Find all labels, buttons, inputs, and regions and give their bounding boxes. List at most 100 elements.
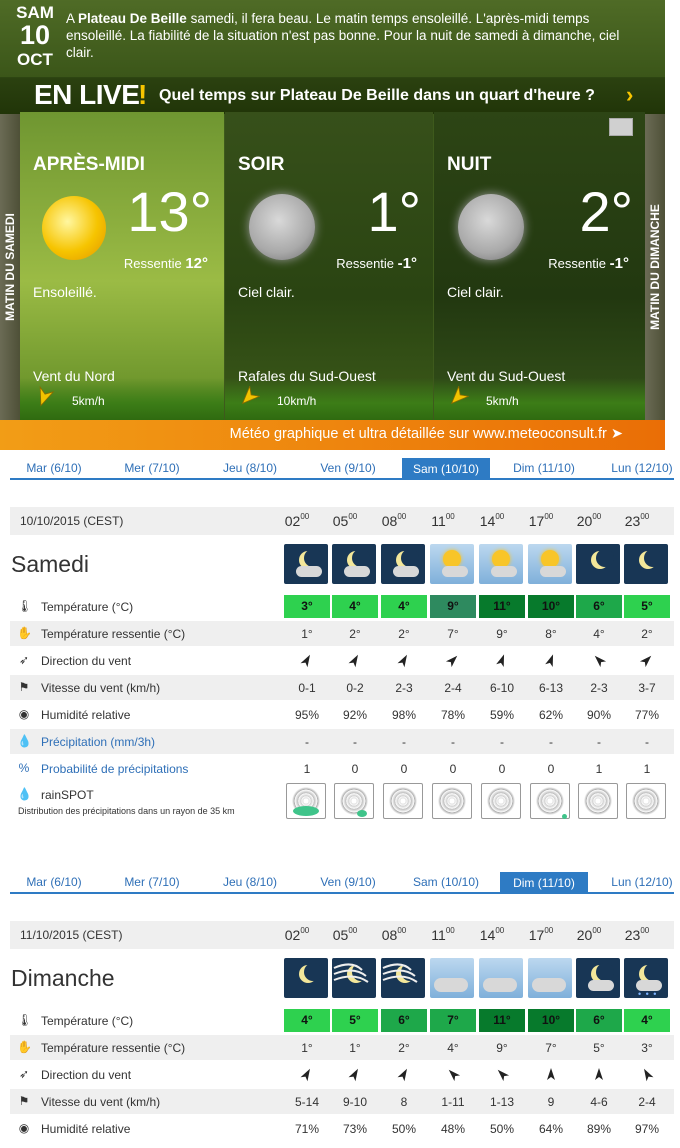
value-cell: 9° — [496, 1041, 508, 1055]
tab-day[interactable]: Dim (11/10) — [500, 872, 588, 894]
row-label: Température (°C) — [41, 1014, 134, 1028]
value-cell: 7° — [545, 1041, 557, 1055]
flag-icon: ⚑ — [18, 1094, 30, 1108]
value-cell: 2° — [641, 627, 653, 641]
value-cell: 90% — [586, 708, 612, 722]
tab-day[interactable]: Sam (10/10) — [402, 458, 490, 480]
tab-day[interactable]: Jeu (8/10) — [206, 873, 294, 892]
feels-like-value: 12° — [185, 255, 208, 272]
tab-day[interactable]: Ven (9/10) — [304, 459, 392, 478]
tab-day[interactable]: Sam (10/10) — [402, 873, 490, 892]
hour-suffix: 00 — [640, 926, 650, 935]
rainspot-radar-icon[interactable] — [432, 783, 472, 819]
value-cell: 2° — [398, 627, 410, 641]
hour-suffix: 00 — [300, 512, 310, 521]
rainspot-radar-icon[interactable] — [530, 783, 570, 819]
sun-cloud-icon — [479, 544, 523, 584]
hour-suffix: 00 — [348, 512, 358, 521]
live-bar[interactable]: EN LIVE ! Quel temps sur Plateau De Beil… — [0, 78, 665, 114]
rainspot-radar-icon[interactable] — [334, 783, 374, 819]
night-rain-icon: • • • — [624, 958, 668, 998]
feels-like-label: Ressentie — [336, 256, 395, 271]
date-badge: SAM 10 OCT — [8, 2, 62, 68]
row-label: Vitesse du vent (km/h) — [41, 681, 161, 695]
row-temp: 🌡 Température (°C) 4° 5° 6° 7° 11° 10° 6° 4° — [10, 1008, 674, 1033]
summary-header: SAM 10 OCT A Plateau De Beille samedi, i… — [0, 0, 665, 78]
feels-like-value: -1° — [397, 255, 417, 272]
period-name: APRÈS-MIDI — [33, 154, 145, 175]
live-question[interactable]: Quel temps sur Plateau De Beille dans un… — [159, 87, 595, 105]
summary-prefix: A — [66, 11, 79, 26]
temperature-cell: 10° — [528, 595, 574, 618]
period-panel[interactable]: NUIT 2° Ressentie -1° Ciel clair. Vent du Su… — [434, 112, 645, 420]
tab-day[interactable]: Jeu (8/10) — [206, 459, 294, 478]
temperature-cell: 4° — [624, 1009, 670, 1032]
value-cell: - — [451, 735, 455, 749]
row-speed: ⚑ Vitesse du vent (km/h) 5-14 9-10 8 1-11 1-13… — [10, 1089, 674, 1114]
hour-label: 1700 — [518, 926, 564, 943]
hour-value: 05 — [332, 927, 349, 943]
hour-label: 2300 — [614, 926, 660, 943]
rainspot-radar-icon[interactable] — [578, 783, 618, 819]
hour-suffix: 00 — [495, 512, 505, 521]
hour-label: 1700 — [518, 512, 564, 529]
date-day: 10 — [19, 20, 51, 50]
tab-day[interactable]: Mer (7/10) — [108, 873, 196, 892]
period-wind-speed: 5km/h — [72, 394, 105, 408]
period-panel[interactable]: APRÈS-MIDI 13° Ressentie 12° Ensoleillé. Ven… — [20, 112, 224, 420]
value-cell: 95% — [294, 708, 320, 722]
hour-value: 14 — [479, 513, 496, 529]
value-cell: 9 — [547, 1095, 555, 1109]
temperature-cell: 10° — [528, 1009, 574, 1032]
wind-direction-arrow-icon — [528, 652, 574, 671]
tab-day[interactable]: Mer (7/10) — [108, 459, 196, 478]
temperature-cell: 6° — [576, 1009, 622, 1032]
rainspot-radar-icon[interactable] — [286, 783, 326, 819]
row-label: Température (°C) — [41, 600, 134, 614]
value-cell: 50% — [391, 1122, 417, 1136]
row-label[interactable]: Précipitation (mm/3h) — [41, 735, 155, 749]
tab-day[interactable]: Mar (6/10) — [10, 873, 98, 892]
tab-day[interactable]: Dim (11/10) — [500, 459, 588, 478]
promo-banner-text[interactable]: Météo graphique et ultra détaillée sur w… — [230, 426, 623, 442]
value-cell: 0 — [449, 762, 457, 776]
wind-direction-arrow-icon — [528, 1066, 574, 1085]
period-panel[interactable]: SOIR 1° Ressentie -1° Ciel clair. Rafales du… — [225, 112, 433, 420]
tab-day[interactable]: Lun (12/10) — [598, 459, 680, 478]
rainspot-radar-icon[interactable] — [626, 783, 666, 819]
hour-label: 0800 — [371, 926, 417, 943]
hour-label: 2000 — [566, 926, 612, 943]
promo-banner[interactable]: Météo graphique et ultra détaillée sur w… — [0, 420, 665, 450]
hour-value: 11 — [431, 513, 446, 529]
hour-label: 0500 — [322, 512, 368, 529]
value-cell: 98% — [391, 708, 417, 722]
building-icon[interactable] — [609, 118, 633, 136]
rainspot-radar-icon[interactable] — [481, 783, 521, 819]
row-label: Humidité relative — [41, 708, 131, 722]
wind-direction-arrow-icon — [576, 1066, 622, 1085]
value-cell: 2° — [349, 627, 361, 641]
rain-drop-icon: 💧 — [17, 734, 32, 748]
period-name: NUIT — [447, 154, 492, 175]
side-tab-right[interactable]: MATIN DU DIMANCHE — [645, 114, 665, 420]
side-tab-left[interactable]: MATIN DU SAMEDI — [0, 114, 20, 420]
value-cell: 1-11 — [441, 1095, 465, 1109]
hour-suffix: 00 — [348, 926, 358, 935]
period-name: SOIR — [238, 154, 285, 175]
tab-day[interactable]: Mar (6/10) — [10, 459, 98, 478]
value-cell: 0-1 — [298, 681, 316, 695]
hour-suffix: 00 — [397, 512, 407, 521]
period-wind: Vent du Sud-Ouest — [447, 368, 566, 384]
row-label[interactable]: Probabilité de précipitations — [41, 762, 188, 776]
moon-icon — [284, 958, 328, 998]
day-tabs: Mar (6/10) Mer (7/10) Jeu (8/10) Ven (9/10)… — [10, 872, 674, 894]
tab-day[interactable]: Ven (9/10) — [304, 873, 392, 892]
tab-day[interactable]: Lun (12/10) — [598, 873, 680, 892]
value-cell: 64% — [538, 1122, 564, 1136]
wind-direction-arrow-icon — [332, 1066, 378, 1085]
rainspot-radar-icon[interactable] — [383, 783, 423, 819]
row-label: Direction du vent — [41, 1068, 132, 1082]
value-cell: 6-10 — [489, 681, 515, 695]
chevron-right-icon[interactable]: › — [626, 82, 633, 108]
period-temperature: 1° — [367, 180, 421, 243]
